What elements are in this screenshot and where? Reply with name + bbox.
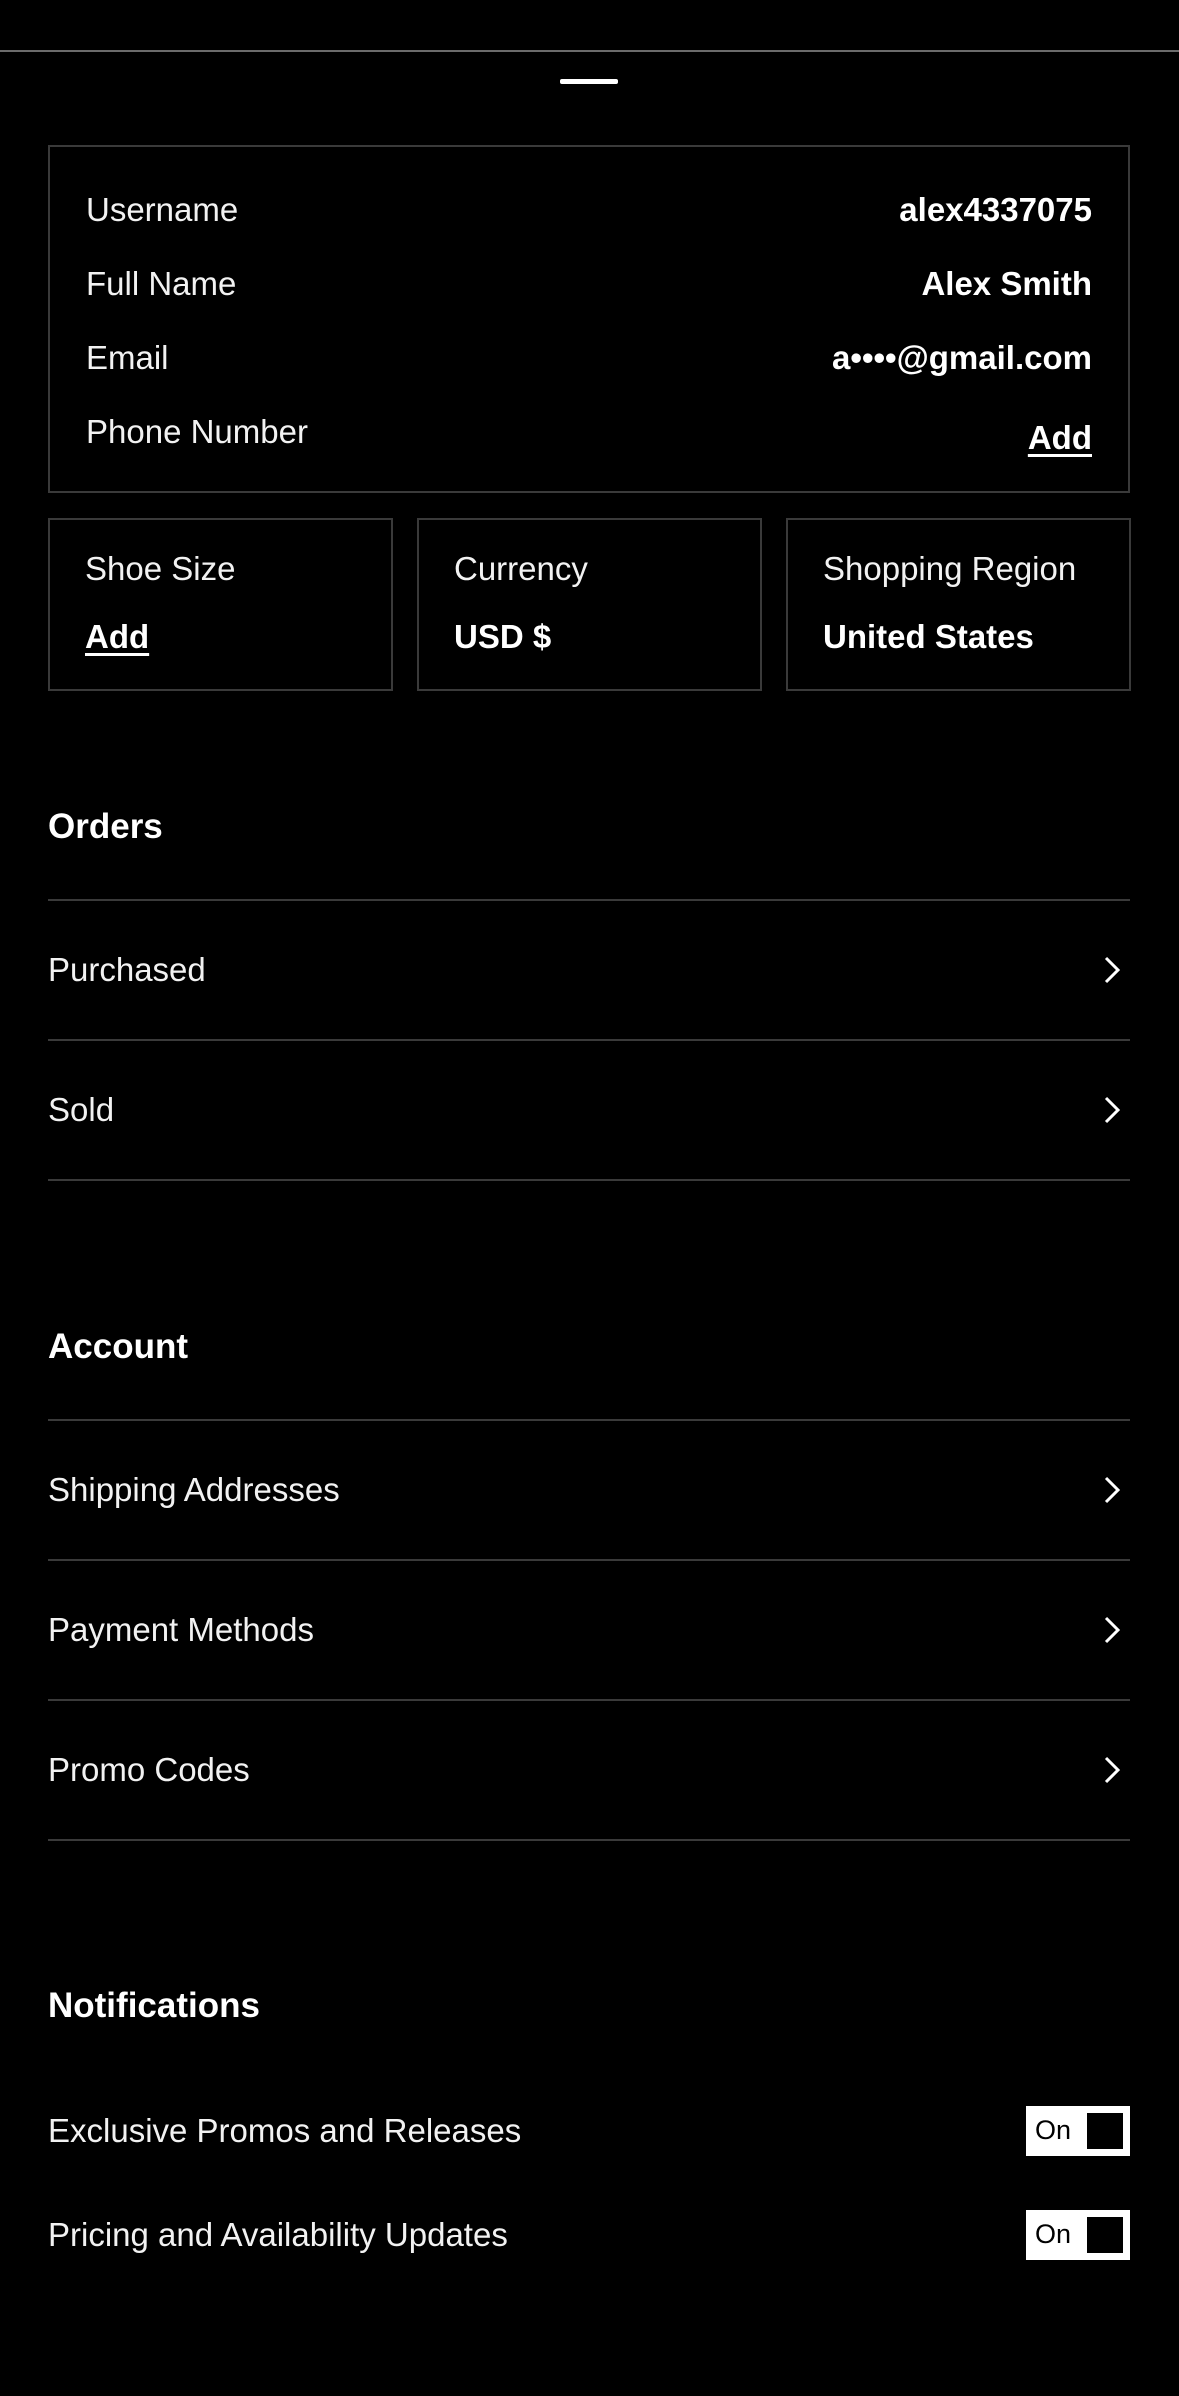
full-name-row: Full Name Alex Smith xyxy=(86,264,1092,304)
shopping-region-box[interactable]: Shopping Region United States xyxy=(786,518,1131,691)
add-shoe-size-link[interactable]: Add xyxy=(85,618,149,656)
sold-label: Sold xyxy=(48,1091,115,1128)
sheet-grab-handle[interactable] xyxy=(560,79,618,84)
pricing-updates-label: Pricing and Availability Updates xyxy=(48,2216,508,2253)
shopping-region-value: United States xyxy=(823,618,1034,655)
promo-codes-label: Promo Codes xyxy=(48,1751,250,1788)
full-name-value: Alex Smith xyxy=(921,265,1092,302)
orders-section-title: Orders xyxy=(48,807,163,846)
toggle-state-text: On xyxy=(1035,2219,1072,2249)
top-divider xyxy=(0,50,1179,52)
phone-row: Phone Number Add xyxy=(86,412,1092,456)
phone-label: Phone Number xyxy=(86,413,308,450)
username-row: Username alex4337075 xyxy=(86,190,1092,230)
exclusive-promos-toggle[interactable]: On xyxy=(1026,2106,1130,2156)
shopping-region-label: Shopping Region xyxy=(823,550,1077,587)
chevron-right-icon xyxy=(1098,1756,1126,1784)
divider xyxy=(48,1839,1130,1841)
divider xyxy=(48,1179,1130,1181)
shoe-size-label: Shoe Size xyxy=(85,550,236,587)
shipping-addresses-row[interactable]: Shipping Addresses xyxy=(48,1421,1130,1559)
toggle-knob xyxy=(1085,2111,1125,2151)
orders-purchased-row[interactable]: Purchased xyxy=(48,901,1130,1039)
currency-label: Currency xyxy=(454,550,588,587)
purchased-label: Purchased xyxy=(48,951,206,988)
toggle-state-text: On xyxy=(1035,2115,1072,2145)
username-label: Username xyxy=(86,191,239,228)
shoe-size-box[interactable]: Shoe Size Add xyxy=(48,518,393,691)
currency-box[interactable]: Currency USD $ xyxy=(417,518,762,691)
chevron-right-icon xyxy=(1098,1476,1126,1504)
promo-codes-row[interactable]: Promo Codes xyxy=(48,1701,1130,1839)
toggle-knob xyxy=(1085,2215,1125,2255)
chevron-right-icon xyxy=(1098,1616,1126,1644)
email-row: Email a••••@gmail.com xyxy=(86,338,1092,378)
profile-card: Username alex4337075 Full Name Alex Smit… xyxy=(48,145,1130,493)
pricing-updates-toggle[interactable]: On xyxy=(1026,2210,1130,2260)
username-value: alex4337075 xyxy=(899,191,1092,228)
pricing-updates-row: Pricing and Availability Updates On xyxy=(48,2208,1130,2262)
full-name-label: Full Name xyxy=(86,265,237,302)
exclusive-promos-label: Exclusive Promos and Releases xyxy=(48,2112,522,2149)
email-label: Email xyxy=(86,339,169,376)
add-phone-link[interactable]: Add xyxy=(1028,419,1092,457)
chevron-right-icon xyxy=(1098,1096,1126,1124)
shipping-addresses-label: Shipping Addresses xyxy=(48,1471,340,1508)
notifications-section-title: Notifications xyxy=(48,1986,260,2025)
exclusive-promos-row: Exclusive Promos and Releases On xyxy=(48,2104,1130,2158)
orders-sold-row[interactable]: Sold xyxy=(48,1041,1130,1179)
payment-methods-label: Payment Methods xyxy=(48,1611,314,1648)
currency-value: USD $ xyxy=(454,618,552,655)
email-value: a••••@gmail.com xyxy=(832,339,1092,376)
account-section-title: Account xyxy=(48,1327,188,1366)
payment-methods-row[interactable]: Payment Methods xyxy=(48,1561,1130,1699)
chevron-right-icon xyxy=(1098,956,1126,984)
